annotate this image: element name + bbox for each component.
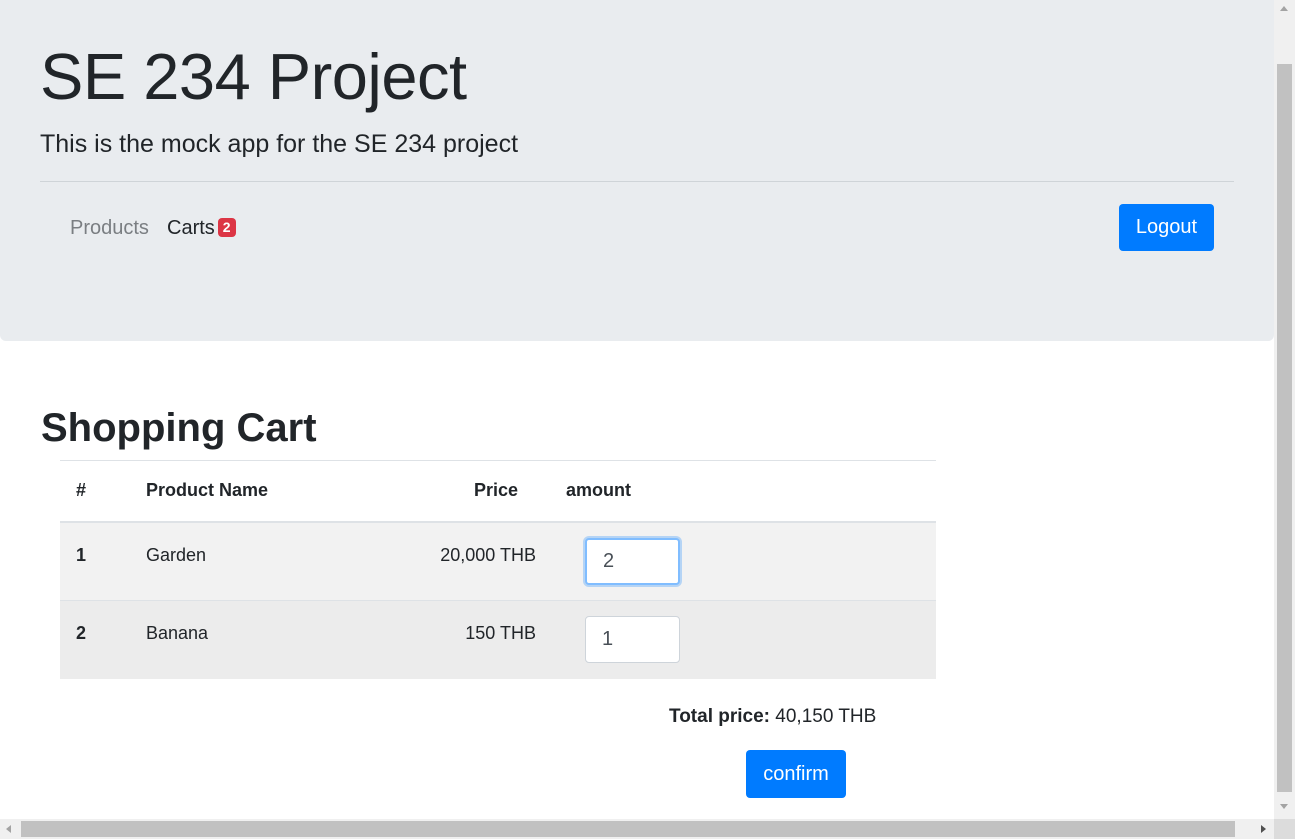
total-price-value: 40,150 THB [775,706,877,727]
page-subtitle: This is the mock app for the SE 234 proj… [40,130,519,158]
logout-button[interactable]: Logout [1119,204,1214,251]
confirm-button[interactable]: confirm [746,750,846,798]
table-row: 2 Banana 150 THB [60,600,936,679]
table-header-row: # Product Name Price amount [60,460,936,522]
row-amount-cell [566,601,936,679]
column-header-product-name: Product Name [146,480,269,501]
cart-heading: Shopping Cart [41,406,317,450]
scroll-left-arrow-icon[interactable] [6,825,11,833]
cart-table: # Product Name Price amount 1 Garden 20,… [60,460,936,679]
row-amount-cell [566,522,936,601]
header-jumbotron: SE 234 Project This is the mock app for … [0,0,1274,341]
total-price-label: Total price: [669,706,770,727]
page-title: SE 234 Project [40,40,467,113]
horizontal-scroll-thumb[interactable] [21,821,1235,837]
scrollbar-corner [1274,819,1295,839]
row-product-name: Garden [146,544,207,565]
header-divider [40,181,1234,182]
row-price: 150 THB [465,623,536,643]
cart-count-badge: 2 [217,218,236,237]
column-header-price: Price [473,480,518,501]
horizontal-scrollbar[interactable] [0,819,1274,839]
row-index: 1 [76,544,87,565]
nav-carts-label: Carts [167,217,215,239]
scroll-down-arrow-icon[interactable] [1280,804,1288,809]
nav-carts-link[interactable]: Carts 2 [167,215,236,241]
row-price: 20,000 THB [440,544,536,565]
column-header-index: # [76,480,87,501]
row-product-name: Banana [146,623,209,643]
scroll-up-arrow-icon[interactable] [1280,6,1288,11]
vertical-scrollbar[interactable] [1274,0,1295,819]
table-row: 1 Garden 20,000 THB [60,521,936,601]
column-header-amount: amount [566,480,631,501]
row-index: 2 [76,623,87,643]
scroll-right-arrow-icon[interactable] [1261,825,1266,833]
amount-input[interactable] [585,616,680,664]
total-price: Total price: 40,150 THB [669,705,876,729]
amount-input[interactable] [585,537,680,585]
nav-products-link[interactable]: Products [70,215,149,241]
vertical-scroll-thumb[interactable] [1277,64,1292,792]
